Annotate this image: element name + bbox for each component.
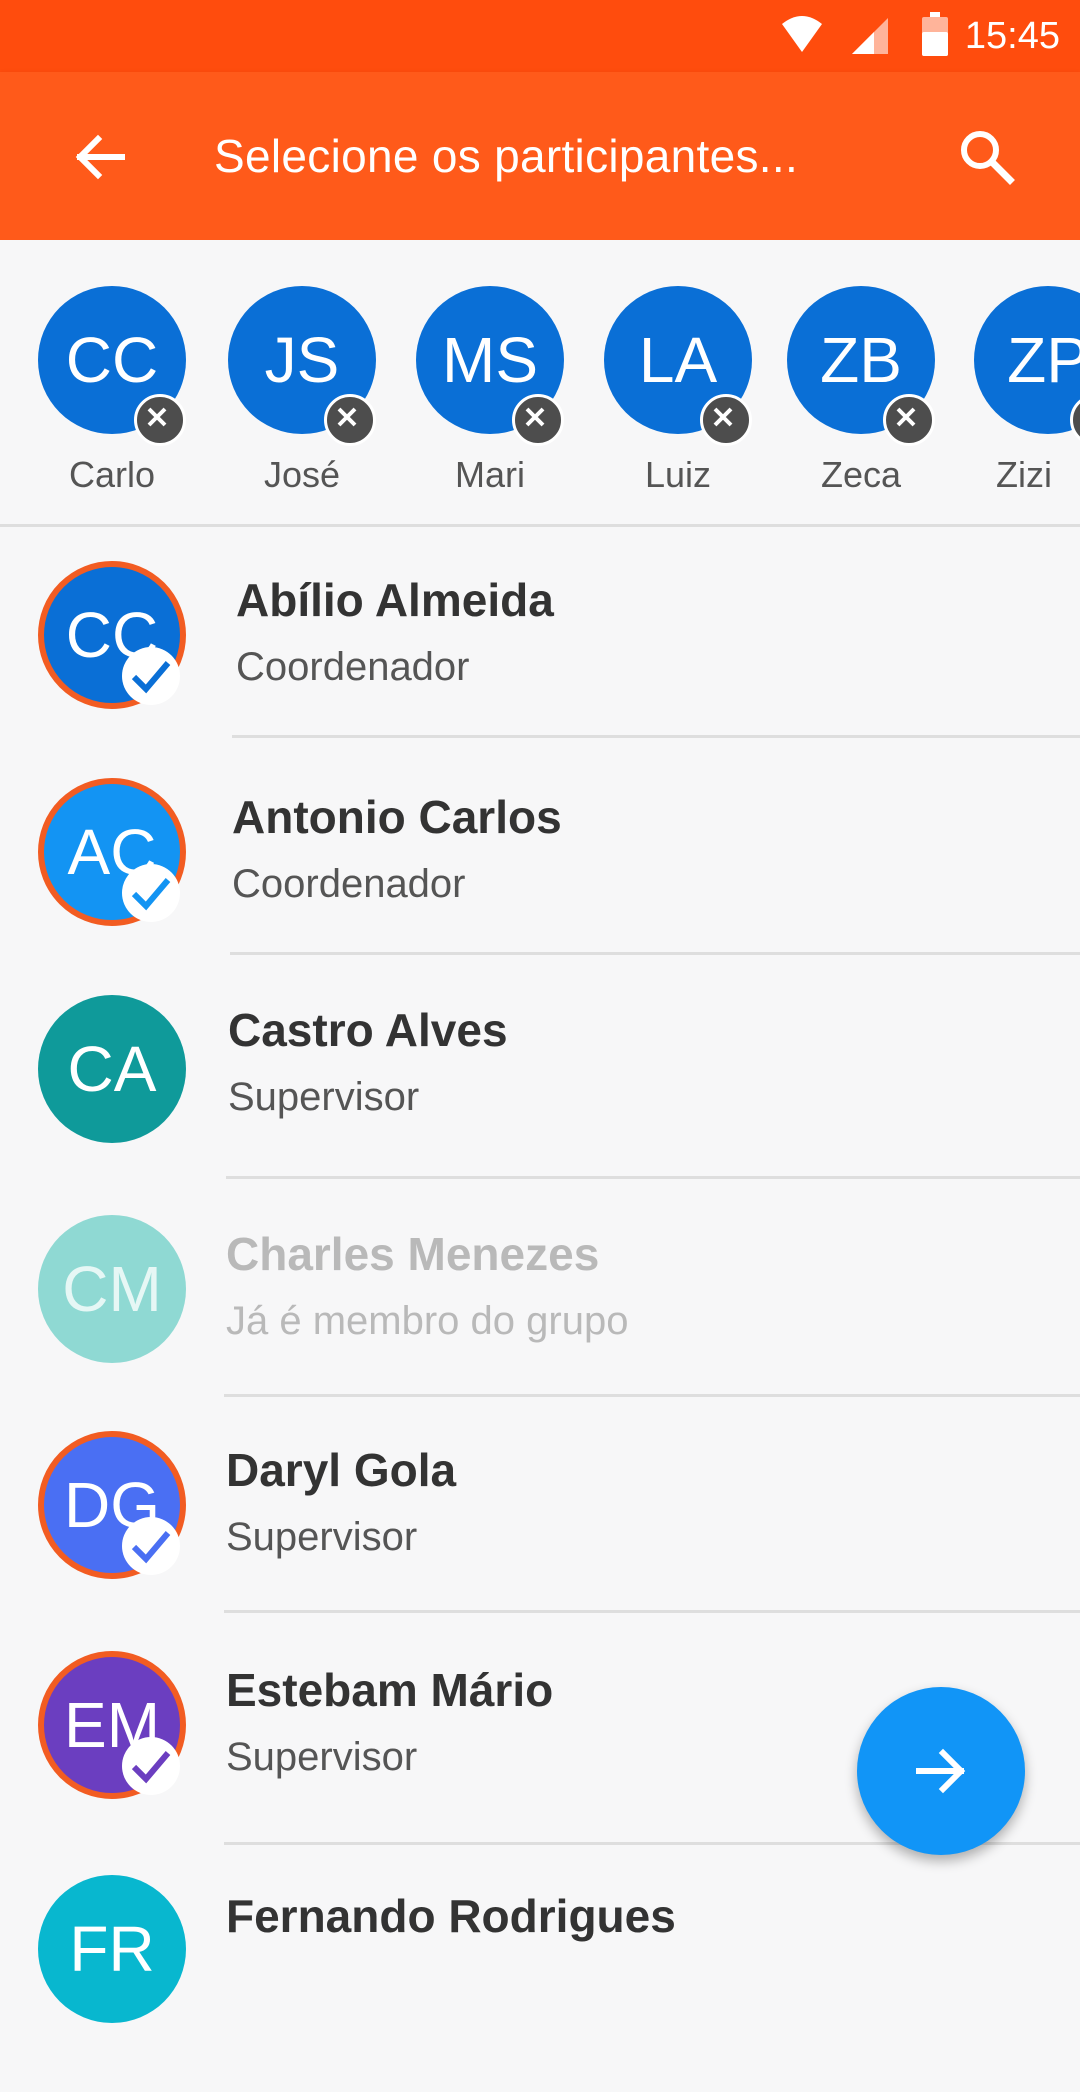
chip-label: Carlo: [68, 454, 156, 495]
selected-check: [122, 1737, 180, 1795]
list-item[interactable]: DG Daryl Gola Supervisor: [0, 1397, 1080, 1614]
signal-icon: [852, 18, 888, 54]
list-item[interactable]: FR Fernando Rodrigues: [0, 1875, 1080, 2092]
divider: [224, 1610, 1080, 1613]
remove-button[interactable]: [883, 394, 935, 446]
close-icon: [337, 407, 357, 427]
close-icon: [896, 407, 916, 427]
contact-name: Fernando Rodrigues: [226, 1890, 676, 1942]
close-icon: [525, 407, 545, 427]
page-title: Selecione os participantes...: [214, 130, 799, 182]
avatar: ZP: [974, 286, 1080, 434]
contact-role: Supervisor: [226, 1515, 418, 1559]
check-icon: [131, 878, 171, 911]
contact-role: Já é membro do grupo: [226, 1299, 629, 1343]
list-item[interactable]: CA Castro Alves Supervisor: [0, 961, 1080, 1179]
list-item[interactable]: CC Abílio Almeida Coordenador: [0, 527, 1080, 744]
contact-name: Abílio Almeida: [236, 574, 554, 626]
contact-name: Estebam Mário: [226, 1664, 554, 1716]
selected-chip[interactable]: ZB Zeca: [787, 286, 935, 495]
next-button[interactable]: [857, 1687, 1025, 1855]
remove-button[interactable]: [324, 394, 376, 446]
app-bar: Selecione os participantes...: [0, 72, 1080, 240]
contact-name: Daryl Gola: [226, 1444, 457, 1496]
contact-role: Coordenador: [236, 645, 470, 689]
contact-role: Coordenador: [232, 862, 466, 906]
chip-label: Zizi: [996, 454, 1052, 495]
search-icon[interactable]: [956, 126, 1016, 186]
contact-role: Supervisor: [228, 1075, 420, 1119]
contact-name: Antonio Carlos: [232, 791, 562, 843]
remove-button[interactable]: [512, 394, 564, 446]
avatar: FR: [38, 1875, 186, 2023]
check-icon: [131, 1531, 171, 1564]
chip-label: Zeca: [820, 454, 902, 495]
check-icon: [131, 1751, 171, 1784]
close-icon: [713, 407, 733, 427]
battery-icon: [922, 12, 948, 56]
avatar: CA: [38, 995, 186, 1143]
wifi-icon: [782, 16, 822, 52]
selected-check: [122, 864, 180, 922]
close-icon: [147, 407, 167, 427]
divider: [226, 1176, 1080, 1179]
selected-chip[interactable]: CC Carlo: [38, 286, 186, 495]
arrow-left-icon[interactable]: [70, 127, 130, 187]
selected-chip[interactable]: ZP Zizi: [974, 286, 1080, 495]
chip-label: Luiz: [644, 454, 712, 495]
avatar: CM: [38, 1215, 186, 1363]
contact-name: Castro Alves: [228, 1004, 508, 1056]
remove-button[interactable]: [134, 394, 186, 446]
selected-participants: CC Carlo JS José MS Mari LA Luiz ZB Zeca…: [0, 240, 1080, 527]
arrow-right-icon: [916, 1748, 966, 1794]
chip-label: José: [263, 454, 341, 495]
status-time: 15:45: [964, 15, 1060, 57]
remove-button[interactable]: [700, 394, 752, 446]
status-bar: 15:45: [0, 0, 1080, 72]
list-item: CM Charles Menezes Já é membro do grupo: [0, 1181, 1080, 1398]
check-icon: [131, 661, 171, 694]
selected-chip[interactable]: JS José: [228, 286, 376, 495]
list-item[interactable]: AC Antonio Carlos Coordenador: [0, 744, 1080, 961]
chip-label: Mari: [455, 454, 525, 495]
divider: [232, 735, 1080, 738]
contact-name: Charles Menezes: [226, 1228, 600, 1280]
selected-check: [122, 1517, 180, 1575]
selected-check: [122, 647, 180, 705]
contact-role: Supervisor: [226, 1735, 418, 1779]
selected-chip[interactable]: MS Mari: [416, 286, 564, 495]
divider: [230, 952, 1080, 955]
selected-chip[interactable]: LA Luiz: [604, 286, 752, 495]
